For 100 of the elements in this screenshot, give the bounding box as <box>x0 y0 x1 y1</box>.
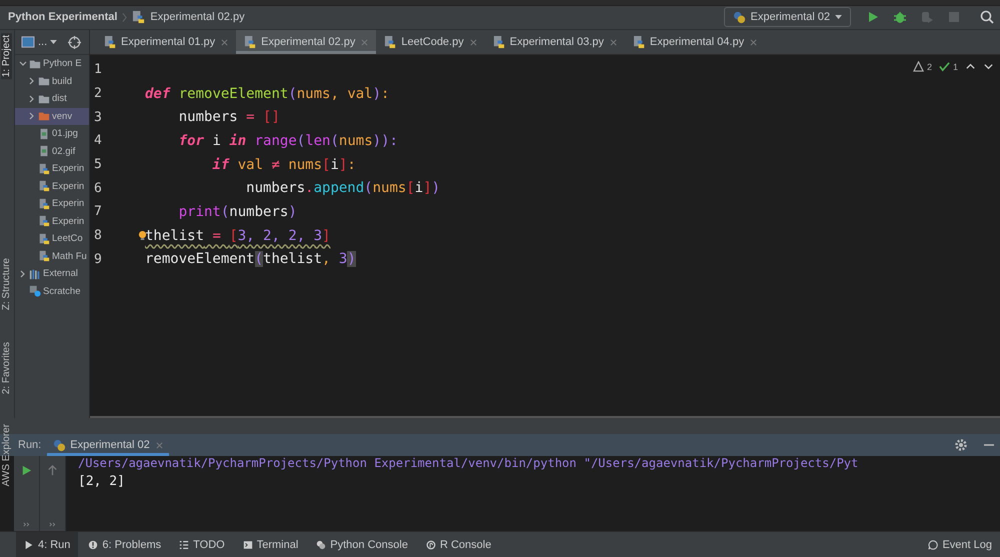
run-tab[interactable]: Experimental 02 <box>47 434 169 456</box>
folder-icon <box>29 58 41 70</box>
close-icon[interactable] <box>156 442 163 449</box>
python-file-icon <box>492 36 506 49</box>
scratch-icon <box>29 285 41 298</box>
tree-item[interactable]: build <box>15 72 89 90</box>
line-number: 9 <box>93 252 103 267</box>
tree-item[interactable]: 01.jpg <box>15 125 89 143</box>
code-line: numbers.append(nums[i]) <box>245 180 440 196</box>
close-icon[interactable] <box>610 38 617 46</box>
tool-window-tab[interactable]: 2: Favorites <box>1 340 12 396</box>
library-icon <box>29 268 41 280</box>
close-icon[interactable] <box>750 38 758 46</box>
tree-item[interactable]: venv <box>15 108 89 126</box>
line-number: 6 <box>93 180 103 196</box>
search-icon[interactable] <box>980 10 994 24</box>
tree-item[interactable]: Python E <box>15 55 89 73</box>
code-line: numbers = [] <box>178 109 280 126</box>
lightbulb-icon[interactable] <box>138 230 147 242</box>
close-icon[interactable] <box>221 38 228 46</box>
tree-item[interactable]: Experin <box>15 178 89 196</box>
editor-tab[interactable]: LeetCode.py <box>376 30 485 54</box>
python-file-icon <box>244 36 258 49</box>
close-icon[interactable] <box>470 38 477 46</box>
list-icon <box>179 540 190 550</box>
python-icon <box>316 540 326 550</box>
editor-tab[interactable]: Experimental 03.py <box>484 30 625 54</box>
tree-item[interactable]: Scratche <box>15 282 89 300</box>
tree-item[interactable]: Math Fu <box>15 248 89 266</box>
run-icon[interactable] <box>866 10 880 24</box>
python-file-icon <box>38 215 50 228</box>
rerun-icon[interactable] <box>20 464 33 478</box>
breadcrumb-project[interactable]: Python Experimental <box>8 11 118 24</box>
crosshair-icon[interactable] <box>68 36 82 49</box>
python-icon <box>53 438 66 452</box>
settings-icon[interactable] <box>954 438 968 452</box>
tree-item[interactable]: External <box>15 265 89 283</box>
caret-icon[interactable] <box>50 40 58 45</box>
image-file-icon <box>38 145 50 158</box>
chevron-icon <box>19 270 27 278</box>
tool-window-button[interactable]: TODO <box>171 532 233 557</box>
chevron-icon <box>122 12 128 23</box>
code-line: def removeElement(nums, val): <box>145 86 390 102</box>
code-line: print(numbers) <box>178 204 297 220</box>
line-number: 4 <box>93 133 103 148</box>
tree-item[interactable]: Experin <box>15 195 89 213</box>
caret-icon <box>835 14 842 20</box>
exclamation-icon <box>88 540 98 550</box>
tool-window-button[interactable]: 6: Problems <box>80 532 170 557</box>
tool-window-button[interactable]: 4: Run <box>16 532 78 557</box>
tree-item[interactable]: LeetCo <box>15 230 89 248</box>
tree-item[interactable]: Experin <box>15 212 89 230</box>
line-number: 1 <box>93 62 103 78</box>
folder-icon <box>38 92 50 105</box>
tool-window-tab[interactable]: AWS Explorer <box>1 422 12 488</box>
python-icon <box>732 10 746 24</box>
python-file-icon <box>38 198 50 210</box>
check-icon[interactable] <box>938 61 950 72</box>
image-file-icon <box>38 128 50 140</box>
tree-item[interactable]: Experin <box>15 160 89 178</box>
speech-bubble-icon <box>928 540 938 550</box>
tree-item[interactable]: dist <box>15 90 89 108</box>
folder-icon <box>38 75 50 88</box>
console-output: [2, 2] <box>78 474 126 490</box>
python-file-icon <box>104 36 117 49</box>
tool-window-button[interactable]: R Console <box>418 532 500 557</box>
python-file-icon <box>632 36 646 49</box>
play-icon <box>24 540 34 550</box>
typo-count: 1 <box>952 62 958 72</box>
editor-tab[interactable]: Experimental 01.py <box>96 30 236 54</box>
warning-count: 2 <box>926 62 932 72</box>
python-file-icon <box>38 180 50 192</box>
tree-item[interactable]: 02.gif <box>15 142 89 160</box>
python-file-icon <box>38 250 50 262</box>
editor-tab[interactable]: Experimental 04.py <box>624 30 766 54</box>
tool-window-button[interactable]: Python Console <box>308 532 416 557</box>
tool-window-tab[interactable]: Z: Structure <box>1 256 12 312</box>
python-file-icon <box>132 10 146 24</box>
chevron-icon <box>28 77 36 86</box>
more-icon[interactable] <box>48 522 56 527</box>
console-command: /Users/agaevnatik/PycharmProjects/Python Experimental/venv/bin/python "/Users/agaevnatik/PycharmProjects/Pyt <box>78 456 858 470</box>
editor-tab[interactable]: Experimental 02.py <box>236 30 376 54</box>
line-number: 3 <box>93 110 103 125</box>
more-icon[interactable] <box>22 522 30 527</box>
breadcrumb-file[interactable]: Experimental 02.py <box>150 11 245 24</box>
warning-icon[interactable] <box>912 61 924 72</box>
line-number: 5 <box>93 157 103 172</box>
chevron-icon <box>28 112 36 120</box>
event-log-button[interactable]: Event Log <box>920 532 1000 557</box>
code-line: if val ≠ nums[i]: <box>211 156 356 173</box>
folder-icon <box>38 110 50 122</box>
tool-window-tab[interactable]: 1: Project <box>1 33 12 80</box>
run-configuration-dropdown[interactable]: Experimental 02 <box>724 7 851 28</box>
view-dropdown[interactable]: ... <box>38 36 48 48</box>
code-line: removeElement(thelist, 3) <box>145 251 356 268</box>
bug-icon[interactable] <box>893 10 907 24</box>
window-icon[interactable] <box>21 36 35 48</box>
chevron-icon <box>19 60 27 68</box>
tool-window-button[interactable]: Terminal <box>234 532 306 557</box>
chevron-icon <box>28 94 36 103</box>
